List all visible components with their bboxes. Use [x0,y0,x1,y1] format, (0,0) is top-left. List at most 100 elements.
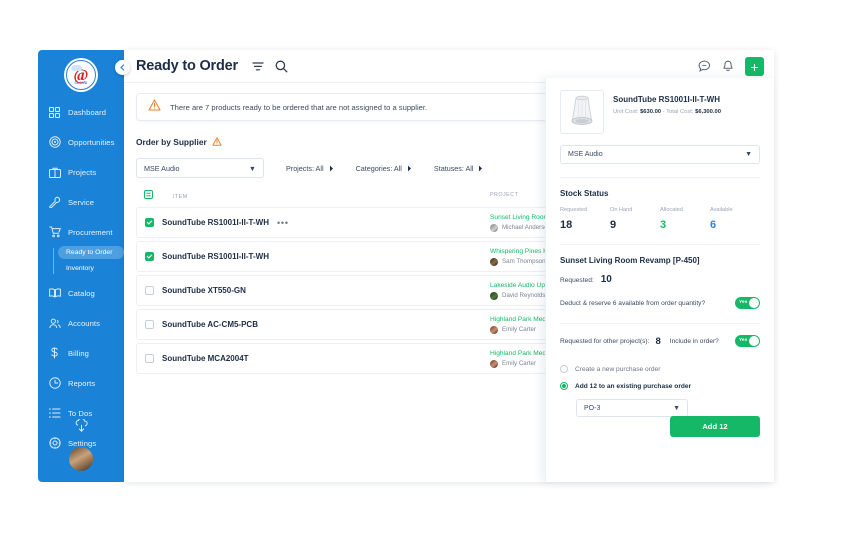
po-select[interactable]: PO-3 ▼ [576,399,688,417]
sidebar-item-label: Billing [68,348,89,358]
filter-icon[interactable] [252,61,264,72]
stock-label: Requested [560,207,588,213]
row-item-cell: SoundTube AC-CM5-PCB [136,309,490,340]
stock-value: 9 [610,219,617,231]
deduct-reserve-toggle[interactable]: Yes [735,297,760,309]
product-header: SoundTube RS1001I-II-T-WH Unit Cost: $63… [560,90,760,134]
sidebar-item-label: To Dos [68,408,93,418]
divider [560,323,760,324]
chevron-down-icon: ▼ [673,404,680,412]
row-item-name: SoundTube AC-CM5-PCB [162,320,258,329]
chevron-right-icon [329,165,333,171]
stock-cell-requested: Requested 18 [560,207,610,231]
topbar-tools [252,60,288,73]
row-item-name: SoundTube MCA2004T [162,354,249,363]
total-cost-value: $6,300.00 [695,109,721,115]
detail-supplier-value: MSE Audio [568,151,603,158]
requested-line: Requested: 10 [560,274,760,285]
page-title: Ready to Order [136,58,238,74]
purchase-order-options: Create a new purchase order Add 12 to an… [560,365,760,417]
supplier-warning-text: There are 7 products ready to be ordered… [170,102,428,112]
row-person-name: Emily Carter [502,360,537,367]
row-checkbox[interactable] [145,218,154,227]
warning-triangle-icon [212,133,222,151]
app-logo[interactable]: @ CLOUD [64,58,98,92]
list-icon [48,407,61,420]
sidebar-item-projects[interactable]: Projects [38,162,124,182]
product-cost-line: Unit Cost: $630.00 - Total Cost: $6,300.… [613,109,721,115]
deduct-reserve-row: Deduct & reserve 6 available from order … [560,297,760,309]
stock-value: 6 [710,219,717,231]
wrench-icon [48,196,61,209]
include-in-order-toggle[interactable]: Yes [735,335,760,347]
detail-supplier-select[interactable]: MSE Audio ▼ [560,145,760,164]
po-select-value: PO-3 [584,404,601,412]
row-item-inner: SoundTube AC-CM5-PCB [145,320,490,329]
sidebar-item-catalog[interactable]: Catalog [38,283,124,303]
cloud-download-icon[interactable] [74,417,89,438]
avatar [490,257,498,266]
sidebar-item-dashboard[interactable]: Dashboard [38,102,124,122]
sidebar-subitem-ready-to-order[interactable]: Ready to Order [58,246,124,259]
sidebar-item-procurement[interactable]: Procurement [38,222,124,242]
logo-cloud-text: CLOUD [74,81,88,85]
filter-label: Projects: All [286,163,324,173]
stock-status-title: Stock Status [560,189,609,198]
toggle-knob [749,298,759,308]
sidebar-item-reports[interactable]: Reports [38,373,124,393]
radio-add-existing-po[interactable]: Add 12 to an existing purchase order [560,382,760,390]
sidebar-collapse-button[interactable] [115,60,130,75]
list-toggle-icon[interactable] [144,190,153,201]
sidebar: @ CLOUD Dashboard Opportunities Projects… [38,50,124,482]
row-checkbox[interactable] [145,354,154,363]
row-item-inner: SoundTube MCA2004T [145,354,490,363]
total-cost-label: Total Cost: [666,109,694,115]
add-to-po-button[interactable]: Add 12 [670,416,760,437]
stock-label: Allocated [660,207,684,213]
sidebar-item-service[interactable]: Service [38,192,124,212]
speaker-product-image [560,90,604,134]
row-item-cell: SoundTube XT550-GN [136,275,490,306]
sidebar-subitem-label: Ready to Order [66,249,113,256]
sidebar-nav: Dashboard Opportunities Projects Service… [38,102,124,463]
add-button[interactable]: + [745,57,764,76]
book-icon [48,287,61,300]
sidebar-item-label: Procurement [68,227,113,237]
radio-button[interactable] [560,365,568,373]
other-projects-info: Requested for other project(s): 8 Includ… [560,336,719,347]
filter-projects[interactable]: Projects: All [286,164,334,173]
row-item-name: SoundTube RS1001I-II-T-WH [162,218,269,227]
avatar [490,359,498,368]
sidebar-item-opportunities[interactable]: Opportunities [38,132,124,152]
radio-create-new-po[interactable]: Create a new purchase order [560,365,760,373]
user-avatar[interactable] [68,446,94,472]
row-checkbox[interactable] [145,252,154,261]
radio-button[interactable] [560,382,568,390]
divider [560,177,760,178]
column-header-item: ITEM [136,189,490,204]
requested-label: Requested: [560,277,594,284]
row-item-inner: SoundTube RS1001I-II-T-WH [145,252,490,261]
row-person-name: Emily Carter [502,326,537,333]
product-name: SoundTube RS1001I-II-T-WH [613,95,720,104]
filter-categories[interactable]: Categories: All [356,164,412,173]
bell-icon[interactable] [722,60,734,73]
chevron-right-icon [479,165,483,171]
row-checkbox[interactable] [145,320,154,329]
requested-value: 10 [600,274,612,285]
filter-statuses[interactable]: Statuses: All [434,164,484,173]
supplier-filter-value: MSE Audio [144,163,180,173]
sidebar-subitem-inventory[interactable]: Inventory [58,262,124,275]
search-icon[interactable] [275,60,288,73]
stock-label: Available [710,207,733,213]
row-item-cell: SoundTube MCA2004T [136,343,490,374]
sidebar-bottom [38,417,124,472]
stock-cell-available: Available 6 [710,207,760,231]
supplier-filter-select[interactable]: MSE Audio ▼ [136,158,264,178]
sidebar-item-label: Service [68,197,95,207]
sidebar-item-accounts[interactable]: Accounts [38,313,124,333]
avatar [490,223,498,232]
row-checkbox[interactable] [145,286,154,295]
sidebar-item-billing[interactable]: Billing [38,343,124,363]
chat-bubble-icon[interactable] [698,60,711,73]
